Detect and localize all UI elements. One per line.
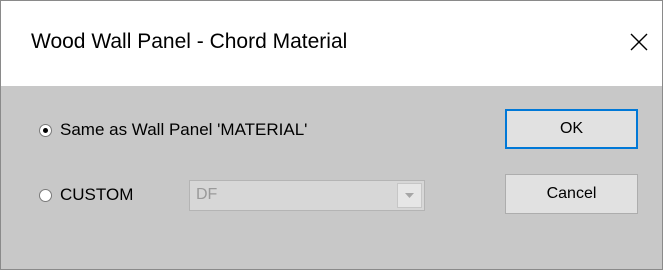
- title-bar: Wood Wall Panel - Chord Material: [1, 1, 662, 86]
- ok-button[interactable]: OK: [505, 109, 638, 149]
- close-icon: [630, 33, 648, 51]
- chord-material-dialog: Wood Wall Panel - Chord Material Same as…: [0, 0, 663, 270]
- same-as-wall-panel-label: Same as Wall Panel 'MATERIAL': [60, 120, 308, 139]
- window-title: Wood Wall Panel - Chord Material: [31, 30, 348, 53]
- same-as-wall-panel-option[interactable]: Same as Wall Panel 'MATERIAL': [39, 120, 307, 140]
- close-button[interactable]: [622, 23, 656, 61]
- dialog-body: Same as Wall Panel 'MATERIAL' CUSTOM DF …: [1, 86, 662, 269]
- cancel-button[interactable]: Cancel: [505, 174, 638, 214]
- custom-material-dropdown[interactable]: DF: [189, 180, 425, 211]
- custom-radio[interactable]: [39, 188, 52, 202]
- custom-option[interactable]: CUSTOM: [39, 185, 133, 205]
- same-as-wall-panel-radio[interactable]: [39, 123, 52, 137]
- radio-selected-dot: [43, 127, 48, 133]
- dropdown-arrow-button[interactable]: [397, 183, 422, 208]
- chevron-down-icon: [405, 193, 414, 198]
- custom-label: CUSTOM: [60, 185, 134, 204]
- custom-material-value: DF: [196, 186, 218, 203]
